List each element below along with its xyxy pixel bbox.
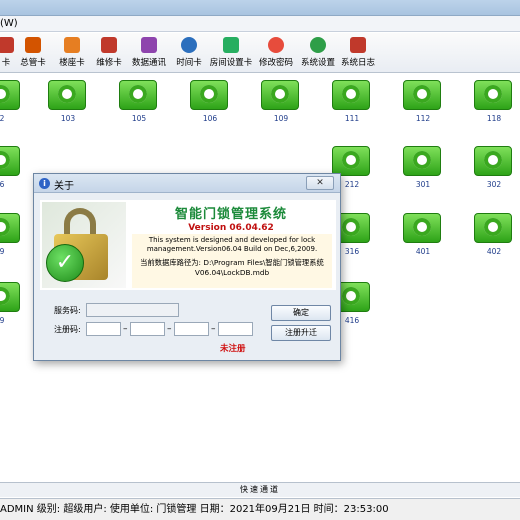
- users-icon: [268, 37, 284, 53]
- room-door-icon: [403, 146, 441, 176]
- dialog-title: 关于: [54, 181, 74, 192]
- registration-status: 未注册: [220, 344, 246, 354]
- room-tile[interactable]: 106: [190, 80, 230, 124]
- dialog-titlebar: i 关于 ✕: [34, 174, 340, 193]
- reg-code-separator: –: [167, 324, 172, 334]
- main-toolbar: 卡 总管卡 楼座卡 维修卡 数据通讯 时间卡 房间设置卡 修改密码 系统设置 系…: [0, 33, 520, 73]
- card-icon: [0, 37, 14, 53]
- info-box: This system is designed and developed fo…: [132, 234, 332, 288]
- room-tile[interactable]: 401: [403, 213, 443, 257]
- toolbar-repair-card-button[interactable]: 维修卡: [92, 37, 126, 71]
- ok-button[interactable]: 确定: [271, 305, 331, 321]
- room-tile[interactable]: 9: [0, 213, 22, 257]
- clock-icon: [181, 37, 197, 53]
- reg-code-field-2[interactable]: [130, 322, 165, 336]
- room-setting-icon: [223, 37, 239, 53]
- room-door-icon: [403, 213, 441, 243]
- room-door-icon: [261, 80, 299, 110]
- data-comm-icon: [141, 37, 157, 53]
- register-upgrade-button[interactable]: 注册升迁: [271, 325, 331, 341]
- room-door-icon: [0, 282, 20, 312]
- toolbar-system-settings-button[interactable]: 系统设置: [298, 37, 338, 71]
- about-dialog: i 关于 ✕ ✓ 智能门锁管理系统 Version 06.04.62 This …: [33, 173, 341, 361]
- window-titlebar: [0, 0, 520, 16]
- room-tile[interactable]: 111: [332, 80, 372, 124]
- reg-code-field-3[interactable]: [174, 322, 209, 336]
- log-icon: [350, 37, 366, 53]
- reg-code-separator: –: [211, 324, 216, 334]
- room-tile[interactable]: 105: [119, 80, 159, 124]
- description-text: This system is designed and developed fo…: [146, 236, 318, 253]
- status-bar: ADMIN 级别: 超级用户: 使用单位: 门锁管理 日期：2021年09月21…: [0, 498, 520, 520]
- room-door-icon: [0, 213, 20, 243]
- database-path-text: 当前数据库路径为: D:\Program Files\智能门锁管理系统V06.0…: [140, 258, 324, 277]
- room-door-icon: [119, 80, 157, 110]
- toolbar-system-log-button[interactable]: 系统日志: [338, 37, 378, 71]
- room-door-icon: [48, 80, 86, 110]
- reg-code-field-1[interactable]: [86, 322, 121, 336]
- room-door-icon: [474, 213, 512, 243]
- room-door-icon: [0, 80, 20, 110]
- menu-bar: (W): [0, 16, 520, 32]
- master-card-icon: [25, 37, 41, 53]
- service-code-label: 服务码:: [54, 306, 81, 315]
- toolbar-change-password-button[interactable]: 修改密码: [256, 37, 296, 71]
- repair-card-icon: [101, 37, 117, 53]
- version-text: Version 06.04.62: [188, 223, 274, 233]
- dialog-content-panel: ✓ 智能门锁管理系统 Version 06.04.62 This system …: [40, 200, 336, 290]
- room-door-icon: [474, 146, 512, 176]
- toolbar-room-setting-button[interactable]: 房间设置卡: [207, 37, 255, 71]
- room-door-icon: [474, 80, 512, 110]
- menu-item-window[interactable]: (W): [0, 18, 18, 29]
- reg-code-label: 注册码:: [54, 325, 81, 334]
- settings-icon: [310, 37, 326, 53]
- reg-code-field-4[interactable]: [218, 322, 253, 336]
- room-door-icon: [332, 80, 370, 110]
- info-icon: i: [39, 178, 50, 189]
- room-door-icon: [403, 80, 441, 110]
- room-tile[interactable]: 118: [474, 80, 514, 124]
- room-tile[interactable]: 103: [48, 80, 88, 124]
- checkmark-icon: ✓: [46, 244, 84, 282]
- room-door-icon: [190, 80, 228, 110]
- room-tile[interactable]: 2: [0, 80, 22, 124]
- building-card-icon: [64, 37, 80, 53]
- service-code-field[interactable]: [86, 303, 179, 317]
- room-tile[interactable]: 302: [474, 146, 514, 190]
- toolbar-building-card-button[interactable]: 楼座卡: [55, 37, 89, 71]
- room-tile[interactable]: 6: [0, 146, 22, 190]
- toolbar-master-card-button[interactable]: 总管卡: [16, 37, 50, 71]
- close-button[interactable]: ✕: [306, 176, 334, 190]
- room-door-icon: [332, 146, 370, 176]
- room-tile[interactable]: 301: [403, 146, 443, 190]
- padlock-image: ✓: [42, 202, 126, 288]
- toolbar-data-comm-button[interactable]: 数据通讯: [128, 37, 170, 71]
- reg-code-separator: –: [123, 324, 128, 334]
- room-tile[interactable]: 109: [261, 80, 301, 124]
- room-tile[interactable]: 402: [474, 213, 514, 257]
- room-tile[interactable]: 112: [403, 80, 443, 124]
- app-name: 智能门锁管理系统: [174, 207, 287, 222]
- toolbar-time-card-button[interactable]: 时间卡: [172, 37, 206, 71]
- room-door-icon: [0, 146, 20, 176]
- room-tile[interactable]: 9: [0, 282, 22, 326]
- quick-channel-bar[interactable]: 快速通道: [0, 482, 520, 497]
